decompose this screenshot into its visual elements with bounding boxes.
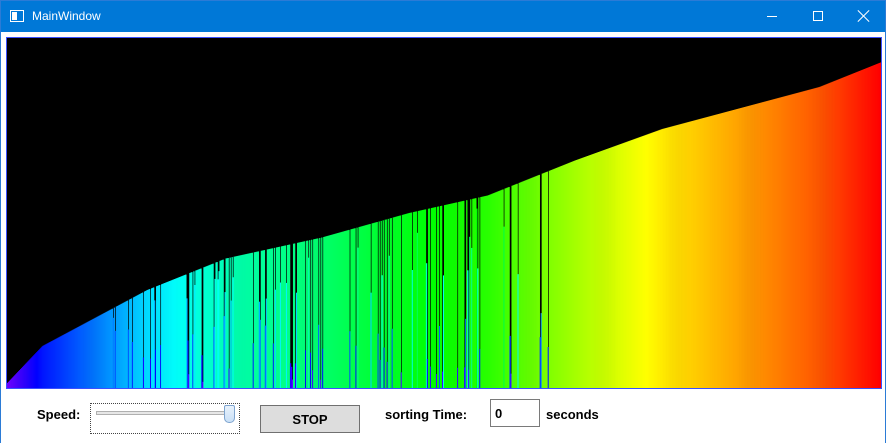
bar (428, 208, 431, 388)
maximize-icon (813, 11, 823, 21)
close-icon (858, 10, 870, 22)
window-icon (10, 10, 24, 22)
sort-visualization-canvas (6, 37, 882, 389)
seconds-label: seconds (546, 407, 599, 422)
bar (227, 258, 229, 388)
sorting-time-label: sorting Time: (385, 407, 468, 422)
main-window: MainWindow Speed: STOP sorting Time: sec… (0, 0, 886, 443)
maximize-button[interactable] (795, 1, 841, 32)
window-title: MainWindow (32, 9, 101, 23)
close-button[interactable] (841, 1, 886, 32)
sort-bars (7, 62, 881, 388)
title-bar[interactable]: MainWindow (1, 1, 885, 32)
speed-label: Speed: (37, 407, 81, 422)
speed-slider[interactable] (90, 403, 240, 434)
bar (456, 202, 458, 388)
bar (319, 237, 321, 388)
stop-button[interactable]: STOP (260, 405, 360, 433)
controls-bar: Speed: STOP sorting Time: seconds (1, 391, 885, 443)
bar (434, 207, 437, 388)
minimize-button[interactable] (749, 1, 795, 32)
bar (311, 239, 313, 388)
bar (399, 215, 402, 388)
bar (879, 62, 881, 388)
bar (463, 200, 465, 388)
speed-slider-track[interactable] (96, 411, 234, 415)
sorting-time-field[interactable] (490, 399, 540, 427)
bar (440, 205, 443, 388)
minimize-icon (767, 16, 777, 17)
speed-slider-thumb[interactable] (224, 405, 235, 423)
